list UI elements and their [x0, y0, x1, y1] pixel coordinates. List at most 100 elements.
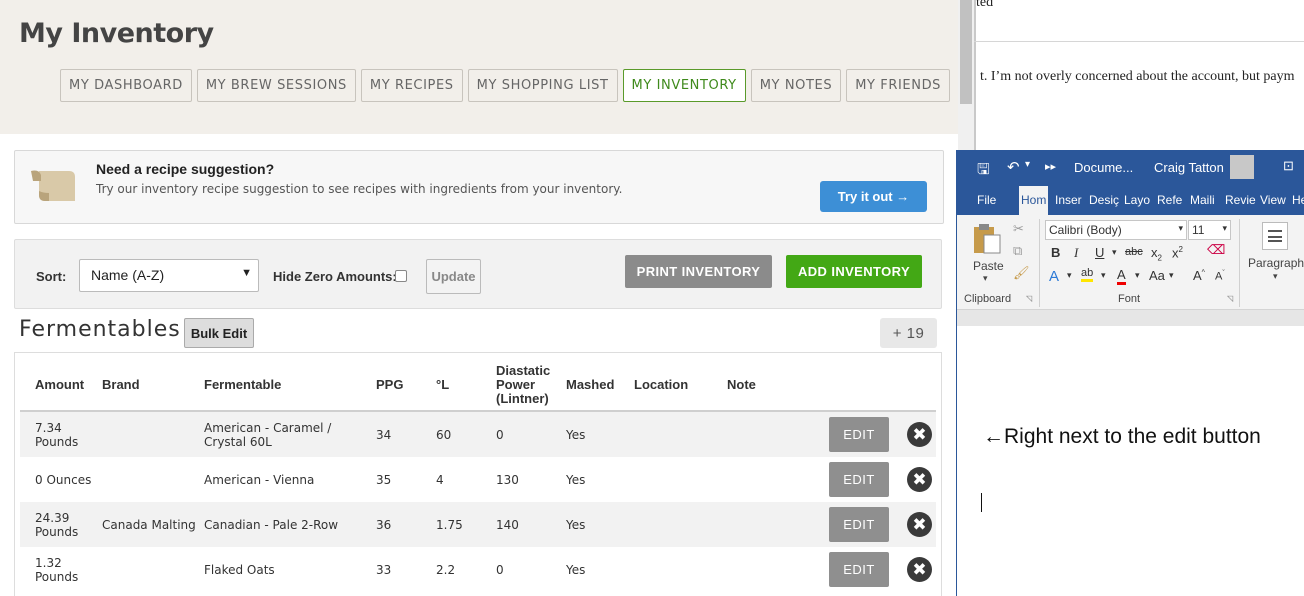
- edit-button[interactable]: EDIT: [829, 462, 889, 497]
- cell-diastatic: 0: [496, 563, 504, 577]
- paragraph-dropdown-icon[interactable]: ▾: [1273, 271, 1278, 282]
- cell-amount: 24.39 Pounds: [35, 511, 79, 539]
- clear-formatting-icon[interactable]: ⌫: [1207, 242, 1225, 258]
- delete-icon[interactable]: ✖: [907, 422, 932, 447]
- superscript-icon[interactable]: x2: [1172, 245, 1183, 260]
- header-brand: Brand: [102, 377, 140, 392]
- tab-home[interactable]: Hom: [1019, 186, 1049, 215]
- grow-font-icon[interactable]: A^: [1193, 268, 1205, 283]
- document-body[interactable]: [957, 326, 1304, 596]
- cell-lovibond: 2.2: [436, 563, 456, 577]
- tab-my-brew-sessions[interactable]: MY BREW SESSIONS: [196, 69, 356, 102]
- expand-count-button[interactable]: + 19: [880, 318, 937, 348]
- tab-review[interactable]: Revie: [1225, 193, 1256, 207]
- undo-icon[interactable]: ↶: [1007, 158, 1020, 176]
- subscript-icon[interactable]: x2: [1151, 245, 1162, 263]
- cell-lovibond: 1.75: [436, 518, 463, 532]
- edit-button[interactable]: EDIT: [829, 417, 889, 452]
- cell-mashed: Yes: [566, 563, 586, 577]
- font-color-icon[interactable]: A: [1117, 267, 1126, 285]
- tab-insert[interactable]: Inser: [1055, 193, 1082, 207]
- scrollbar-thumb[interactable]: [960, 0, 972, 104]
- cell-amount: 1.32 Pounds: [35, 556, 79, 584]
- bulk-edit-button[interactable]: Bulk Edit: [184, 318, 254, 348]
- sort-select[interactable]: Name (A-Z) ▼: [79, 259, 259, 292]
- tab-layout[interactable]: Layo: [1124, 193, 1150, 207]
- tab-references[interactable]: Refe: [1157, 193, 1182, 207]
- more-commands-icon[interactable]: ▸▸: [1045, 160, 1056, 173]
- shrink-font-icon[interactable]: Aˇ: [1215, 270, 1225, 283]
- hide-zero-checkbox[interactable]: [395, 270, 407, 282]
- save-icon[interactable]: 🖫: [977, 159, 990, 184]
- tab-view[interactable]: View: [1260, 193, 1286, 207]
- scroll-icon: [31, 170, 75, 201]
- cell-fermentable: Flaked Oats: [204, 563, 275, 577]
- edit-button[interactable]: EDIT: [829, 552, 889, 587]
- print-inventory-button[interactable]: PRINT INVENTORY: [625, 255, 772, 288]
- font-name-select[interactable]: Calibri (Body) ▾: [1045, 220, 1187, 240]
- tab-my-notes[interactable]: MY NOTES: [750, 69, 842, 102]
- paste-dropdown-icon[interactable]: ▾: [983, 273, 988, 284]
- word-window: 🖫 ↶ ▾ ▸▸ Docume... Craig Tatton ⊡ File H…: [956, 150, 1304, 596]
- bold-icon[interactable]: B: [1051, 245, 1060, 260]
- tab-my-inventory[interactable]: MY INVENTORY: [622, 69, 746, 102]
- inventory-page: My Inventory MY DASHBOARD MY BREW SESSIO…: [0, 0, 958, 596]
- avatar[interactable]: [1230, 155, 1254, 179]
- font-size-select[interactable]: 11 ▾: [1188, 220, 1231, 240]
- paragraph-label[interactable]: Paragraph: [1248, 256, 1304, 270]
- cell-mashed: Yes: [566, 428, 586, 442]
- cell-lovibond: 4: [436, 473, 444, 487]
- ribbon-display-icon[interactable]: ⊡: [1283, 158, 1294, 174]
- strikethrough-icon[interactable]: abc: [1125, 246, 1143, 258]
- cell-diastatic: 130: [496, 473, 519, 487]
- annotation-text[interactable]: ←Right next to the edit button: [983, 425, 1261, 449]
- tab-my-shopping-list[interactable]: MY SHOPPING LIST: [467, 69, 618, 102]
- tab-file[interactable]: File: [977, 193, 996, 207]
- tab-my-recipes[interactable]: MY RECIPES: [360, 69, 463, 102]
- cell-fermentable: American - Vienna: [204, 473, 315, 487]
- user-name[interactable]: Craig Tatton: [1154, 160, 1224, 175]
- update-button[interactable]: Update: [426, 259, 481, 294]
- paste-label[interactable]: Paste: [973, 259, 1004, 273]
- tab-help[interactable]: He: [1292, 193, 1304, 207]
- cut-icon[interactable]: ✂: [1013, 221, 1024, 237]
- edit-button[interactable]: EDIT: [829, 507, 889, 542]
- dialog-launcher-icon[interactable]: ◹: [1227, 294, 1233, 303]
- add-inventory-button[interactable]: ADD INVENTORY: [786, 255, 922, 288]
- italic-icon[interactable]: I: [1074, 245, 1078, 261]
- document-divider: [974, 41, 1304, 42]
- recipe-suggestion-panel: Need a recipe suggestion? Try our invent…: [14, 150, 944, 224]
- tab-my-friends[interactable]: MY FRIENDS: [846, 69, 951, 102]
- document-edge: [974, 0, 976, 150]
- sort-select-value: Name (A-Z): [91, 267, 165, 283]
- table-row: 0 Ounces American - Vienna 35 4 130 Yes …: [20, 457, 936, 502]
- chevron-down-icon[interactable]: ▾: [1112, 247, 1117, 258]
- delete-icon[interactable]: ✖: [907, 467, 932, 492]
- highlight-icon[interactable]: ab: [1081, 267, 1094, 282]
- text-effects-icon[interactable]: A: [1049, 268, 1059, 285]
- cell-fermentable: American - Caramel / Crystal 60L: [204, 421, 332, 449]
- cell-ppg: 34: [376, 428, 392, 442]
- cell-fermentable: Canadian - Pale 2-Row: [204, 518, 339, 532]
- format-painter-icon[interactable]: 🖌: [1013, 265, 1030, 281]
- cell-ppg: 36: [376, 518, 392, 532]
- delete-icon[interactable]: ✖: [907, 557, 932, 582]
- paragraph-icon[interactable]: [1262, 222, 1288, 250]
- change-case-icon[interactable]: Aa: [1149, 268, 1165, 283]
- document-name: Docume...: [1074, 160, 1134, 175]
- copy-icon[interactable]: ⧉: [1013, 243, 1022, 259]
- tab-design[interactable]: Desiç: [1089, 193, 1119, 207]
- underline-icon[interactable]: U: [1095, 245, 1104, 260]
- chevron-down-icon[interactable]: ▾: [1067, 270, 1072, 281]
- tab-mailings[interactable]: Maili: [1190, 193, 1215, 207]
- paste-icon[interactable]: [972, 221, 1002, 255]
- delete-icon[interactable]: ✖: [907, 512, 932, 537]
- page-header: My Inventory MY DASHBOARD MY BREW SESSIO…: [0, 0, 958, 134]
- try-it-out-button[interactable]: Try it out →: [820, 181, 927, 212]
- chevron-down-icon[interactable]: ▾: [1135, 270, 1140, 281]
- chevron-down-icon[interactable]: ▾: [1101, 270, 1106, 281]
- chevron-down-icon[interactable]: ▾: [1025, 159, 1030, 170]
- tab-my-dashboard[interactable]: MY DASHBOARD: [60, 69, 192, 102]
- dialog-launcher-icon[interactable]: ◹: [1026, 294, 1032, 303]
- chevron-down-icon[interactable]: ▾: [1169, 270, 1174, 281]
